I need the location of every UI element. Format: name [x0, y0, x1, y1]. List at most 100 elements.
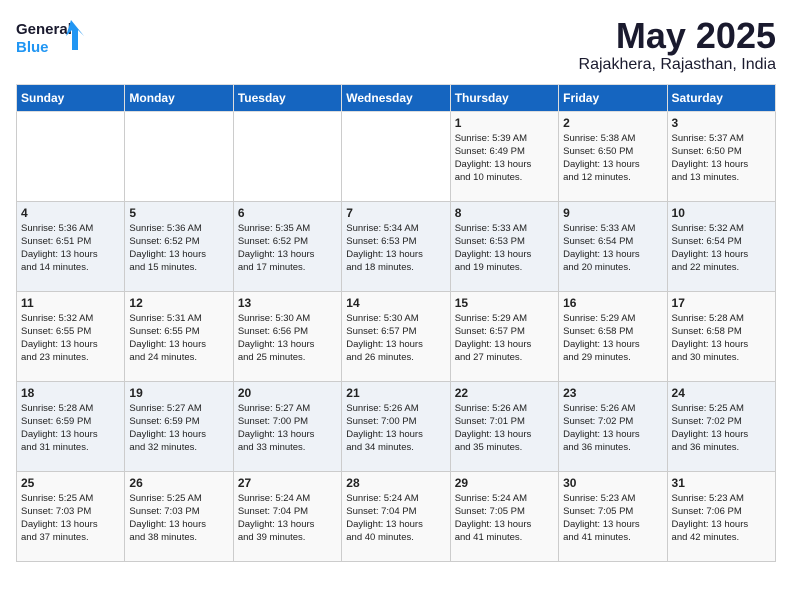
calendar-cell: 29 Sunrise: 5:24 AM Sunset: 7:05 PM Dayli… — [450, 471, 558, 561]
calendar-cell — [233, 111, 341, 201]
calendar-cell: 30 Sunrise: 5:23 AM Sunset: 7:05 PM Dayli… — [559, 471, 667, 561]
calendar-cell: 8 Sunrise: 5:33 AM Sunset: 6:53 PM Daylig… — [450, 201, 558, 291]
day-number: 22 — [455, 386, 554, 400]
calendar-cell: 28 Sunrise: 5:24 AM Sunset: 7:04 PM Dayli… — [342, 471, 450, 561]
day-info: Sunrise: 5:27 AM Sunset: 6:59 PM Dayligh… — [129, 402, 228, 455]
day-info: Sunrise: 5:28 AM Sunset: 6:59 PM Dayligh… — [21, 402, 120, 455]
calendar-cell: 5 Sunrise: 5:36 AM Sunset: 6:52 PM Daylig… — [125, 201, 233, 291]
day-number: 12 — [129, 296, 228, 310]
calendar-cell: 23 Sunrise: 5:26 AM Sunset: 7:02 PM Dayli… — [559, 381, 667, 471]
day-info: Sunrise: 5:32 AM Sunset: 6:55 PM Dayligh… — [21, 312, 120, 365]
day-number: 30 — [563, 476, 662, 490]
header-wednesday: Wednesday — [342, 84, 450, 111]
day-number: 2 — [563, 116, 662, 130]
calendar-cell: 21 Sunrise: 5:26 AM Sunset: 7:00 PM Dayli… — [342, 381, 450, 471]
day-number: 10 — [672, 206, 771, 220]
location-subtitle: Rajakhera, Rajasthan, India — [579, 56, 776, 74]
day-info: Sunrise: 5:25 AM Sunset: 7:03 PM Dayligh… — [129, 492, 228, 545]
day-info: Sunrise: 5:30 AM Sunset: 6:56 PM Dayligh… — [238, 312, 337, 365]
day-number: 5 — [129, 206, 228, 220]
day-info: Sunrise: 5:23 AM Sunset: 7:05 PM Dayligh… — [563, 492, 662, 545]
day-info: Sunrise: 5:28 AM Sunset: 6:58 PM Dayligh… — [672, 312, 771, 365]
day-info: Sunrise: 5:29 AM Sunset: 6:58 PM Dayligh… — [563, 312, 662, 365]
calendar-table: SundayMondayTuesdayWednesdayThursdayFrid… — [16, 84, 776, 562]
calendar-cell: 20 Sunrise: 5:27 AM Sunset: 7:00 PM Dayli… — [233, 381, 341, 471]
day-info: Sunrise: 5:26 AM Sunset: 7:01 PM Dayligh… — [455, 402, 554, 455]
day-info: Sunrise: 5:27 AM Sunset: 7:00 PM Dayligh… — [238, 402, 337, 455]
title-block: May 2025 Rajakhera, Rajasthan, India — [579, 16, 776, 74]
day-info: Sunrise: 5:25 AM Sunset: 7:03 PM Dayligh… — [21, 492, 120, 545]
month-title: May 2025 — [579, 16, 776, 56]
day-number: 3 — [672, 116, 771, 130]
day-info: Sunrise: 5:25 AM Sunset: 7:02 PM Dayligh… — [672, 402, 771, 455]
calendar-cell — [17, 111, 125, 201]
day-info: Sunrise: 5:24 AM Sunset: 7:05 PM Dayligh… — [455, 492, 554, 545]
day-number: 28 — [346, 476, 445, 490]
calendar-cell: 19 Sunrise: 5:27 AM Sunset: 6:59 PM Dayli… — [125, 381, 233, 471]
day-number: 26 — [129, 476, 228, 490]
day-info: Sunrise: 5:33 AM Sunset: 6:53 PM Dayligh… — [455, 222, 554, 275]
header-monday: Monday — [125, 84, 233, 111]
day-number: 24 — [672, 386, 771, 400]
day-info: Sunrise: 5:26 AM Sunset: 7:00 PM Dayligh… — [346, 402, 445, 455]
day-info: Sunrise: 5:36 AM Sunset: 6:52 PM Dayligh… — [129, 222, 228, 275]
calendar-cell: 15Sunrise: 5:29 AM Sunset: 6:57 PM Dayli… — [450, 291, 558, 381]
day-info: Sunrise: 5:38 AM Sunset: 6:50 PM Dayligh… — [563, 132, 662, 185]
day-number: 25 — [21, 476, 120, 490]
header-sunday: Sunday — [17, 84, 125, 111]
day-info: Sunrise: 5:30 AM Sunset: 6:57 PM Dayligh… — [346, 312, 445, 365]
calendar-cell: 26 Sunrise: 5:25 AM Sunset: 7:03 PM Dayli… — [125, 471, 233, 561]
calendar-cell: 6 Sunrise: 5:35 AM Sunset: 6:52 PM Daylig… — [233, 201, 341, 291]
day-number: 27 — [238, 476, 337, 490]
calendar-cell — [125, 111, 233, 201]
calendar-cell: 12Sunrise: 5:31 AM Sunset: 6:55 PM Dayli… — [125, 291, 233, 381]
calendar-cell — [342, 111, 450, 201]
day-number: 6 — [238, 206, 337, 220]
calendar-cell: 22 Sunrise: 5:26 AM Sunset: 7:01 PM Dayli… — [450, 381, 558, 471]
day-number: 7 — [346, 206, 445, 220]
svg-text:Blue: Blue — [16, 39, 49, 56]
calendar-cell: 18Sunrise: 5:28 AM Sunset: 6:59 PM Dayli… — [17, 381, 125, 471]
day-info: Sunrise: 5:35 AM Sunset: 6:52 PM Dayligh… — [238, 222, 337, 275]
day-info: Sunrise: 5:34 AM Sunset: 6:53 PM Dayligh… — [346, 222, 445, 275]
calendar-cell: 17Sunrise: 5:28 AM Sunset: 6:58 PM Dayli… — [667, 291, 775, 381]
day-number: 9 — [563, 206, 662, 220]
calendar-cell: 1 Sunrise: 5:39 AM Sunset: 6:49 PM Daylig… — [450, 111, 558, 201]
logo-icon: General Blue — [16, 16, 86, 61]
calendar-cell: 9 Sunrise: 5:33 AM Sunset: 6:54 PM Daylig… — [559, 201, 667, 291]
calendar-cell: 27 Sunrise: 5:24 AM Sunset: 7:04 PM Dayli… — [233, 471, 341, 561]
day-info: Sunrise: 5:32 AM Sunset: 6:54 PM Dayligh… — [672, 222, 771, 275]
calendar-cell: 2 Sunrise: 5:38 AM Sunset: 6:50 PM Daylig… — [559, 111, 667, 201]
header-friday: Friday — [559, 84, 667, 111]
day-info: Sunrise: 5:26 AM Sunset: 7:02 PM Dayligh… — [563, 402, 662, 455]
day-info: Sunrise: 5:39 AM Sunset: 6:49 PM Dayligh… — [455, 132, 554, 185]
day-number: 29 — [455, 476, 554, 490]
header-thursday: Thursday — [450, 84, 558, 111]
calendar-cell: 31Sunrise: 5:23 AM Sunset: 7:06 PM Dayli… — [667, 471, 775, 561]
day-number: 19 — [129, 386, 228, 400]
svg-text:General: General — [16, 21, 72, 38]
logo: General Blue — [16, 16, 86, 61]
day-number: 23 — [563, 386, 662, 400]
day-info: Sunrise: 5:36 AM Sunset: 6:51 PM Dayligh… — [21, 222, 120, 275]
day-info: Sunrise: 5:33 AM Sunset: 6:54 PM Dayligh… — [563, 222, 662, 275]
header-saturday: Saturday — [667, 84, 775, 111]
day-number: 1 — [455, 116, 554, 130]
day-info: Sunrise: 5:24 AM Sunset: 7:04 PM Dayligh… — [346, 492, 445, 545]
calendar-cell: 10 Sunrise: 5:32 AM Sunset: 6:54 PM Dayli… — [667, 201, 775, 291]
day-info: Sunrise: 5:37 AM Sunset: 6:50 PM Dayligh… — [672, 132, 771, 185]
day-number: 14 — [346, 296, 445, 310]
day-number: 13 — [238, 296, 337, 310]
page-header: General Blue May 2025 Rajakhera, Rajasth… — [16, 16, 776, 74]
day-number: 16 — [563, 296, 662, 310]
day-info: Sunrise: 5:24 AM Sunset: 7:04 PM Dayligh… — [238, 492, 337, 545]
day-number: 8 — [455, 206, 554, 220]
calendar-cell: 3 Sunrise: 5:37 AM Sunset: 6:50 PM Daylig… — [667, 111, 775, 201]
calendar-cell: 24 Sunrise: 5:25 AM Sunset: 7:02 PM Dayli… — [667, 381, 775, 471]
day-number: 15 — [455, 296, 554, 310]
calendar-cell: 14 Sunrise: 5:30 AM Sunset: 6:57 PM Dayli… — [342, 291, 450, 381]
day-number: 20 — [238, 386, 337, 400]
day-number: 21 — [346, 386, 445, 400]
day-number: 4 — [21, 206, 120, 220]
header-tuesday: Tuesday — [233, 84, 341, 111]
